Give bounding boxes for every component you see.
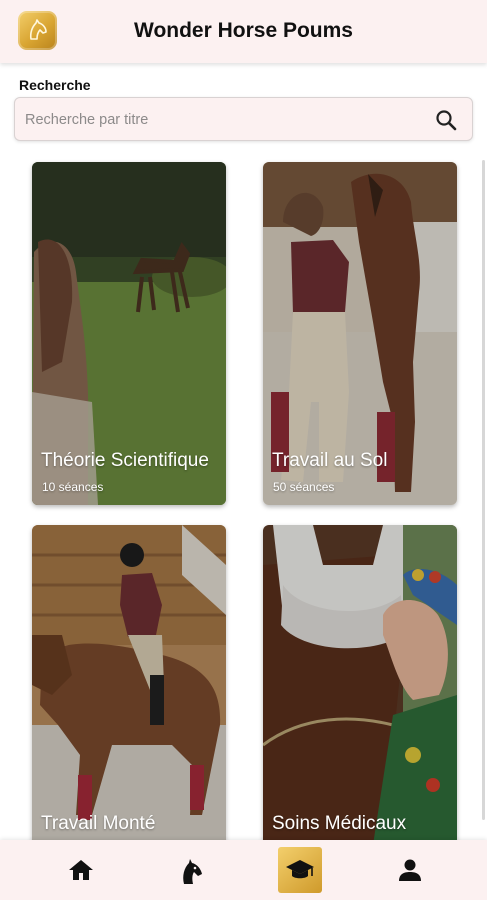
search-input[interactable] [23,98,427,142]
card-session-count: 50 séances [273,480,335,494]
search-field [14,97,473,142]
app-title: Wonder Horse Poums [134,19,353,42]
nav-home[interactable] [58,848,102,892]
graduation-cap-icon [286,860,314,879]
course-card-theorie-scientifique[interactable]: Théorie Scientifique 10 séances [32,162,226,505]
bottom-nav [0,840,487,900]
home-icon [69,860,93,880]
search-icon[interactable] [435,109,457,131]
card-title: Travail Monté [41,813,156,834]
course-card-travail-au-sol[interactable]: Travail au Sol 50 séances [263,162,457,505]
course-card-travail-monte[interactable]: Travail Monté [32,525,226,845]
nav-profile[interactable] [388,848,432,892]
scrollbar[interactable] [482,160,485,820]
horse-head-icon [183,859,202,884]
course-card-soins-medicaux[interactable]: Soins Médicaux [263,525,457,845]
card-overlay [32,525,226,845]
app-bar: Wonder Horse Poums [0,0,487,63]
search-label: Recherche [19,77,91,93]
card-title: Travail au Sol [272,450,388,471]
card-title: Théorie Scientifique [41,450,209,471]
card-session-count: 10 séances [42,480,104,494]
card-overlay [263,525,457,845]
card-title: Soins Médicaux [272,813,407,834]
person-icon [399,859,421,881]
nav-courses[interactable] [278,847,322,893]
nav-horse[interactable] [168,848,212,892]
